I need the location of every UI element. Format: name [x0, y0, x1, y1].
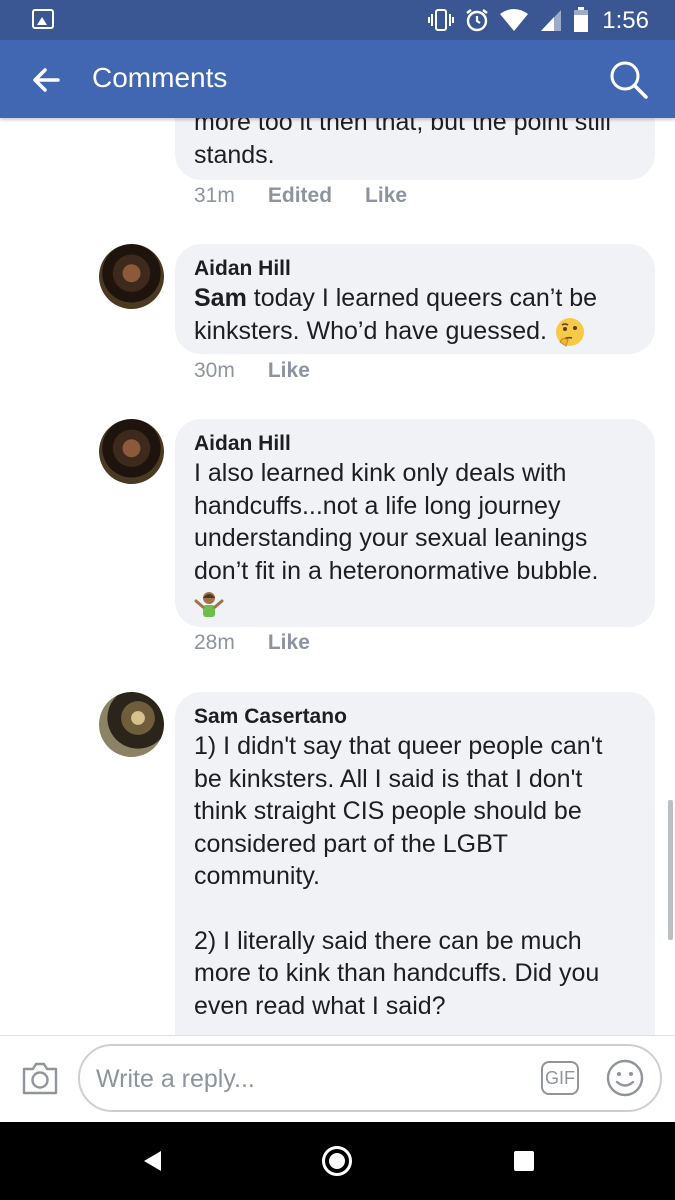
mention-link[interactable]: Sam	[194, 284, 247, 312]
gif-button[interactable]: GIF	[541, 1061, 579, 1095]
avatar[interactable]	[99, 692, 164, 757]
comment-time: 31m	[194, 184, 235, 207]
vibrate-icon	[428, 9, 454, 31]
comment-text: today I learned queers can’t be kinkster…	[194, 284, 598, 345]
nav-back-icon[interactable]	[141, 1149, 163, 1173]
avatar[interactable]	[99, 419, 164, 484]
reply-bar: Write a reply... GIF	[0, 1035, 675, 1123]
comment-actions: 31m Edited Like	[194, 184, 407, 208]
comment-text: more too it then that, but the point sti…	[194, 118, 611, 169]
avatar[interactable]	[99, 244, 164, 309]
alarm-icon	[466, 9, 488, 32]
battery-icon	[574, 7, 588, 32]
comment-actions: 28m Like	[194, 631, 310, 655]
smiley-icon[interactable]	[605, 1058, 645, 1098]
signal-icon	[541, 10, 561, 31]
status-bar: 1:56	[0, 0, 675, 40]
system-nav-bar	[0, 1122, 675, 1200]
comment-bubble[interactable]: Sam Casertano 1) I didn't say that queer…	[175, 692, 655, 1035]
comment-list[interactable]: more too it then that, but the point sti…	[0, 118, 675, 1035]
comment-author[interactable]: Aidan Hill	[194, 256, 636, 281]
thinking-face-emoji	[555, 317, 584, 347]
status-icons	[427, 7, 589, 32]
comment-actions: 30m Like	[194, 359, 310, 383]
comment-time: 30m	[194, 359, 235, 382]
like-button[interactable]: Like	[268, 359, 310, 383]
reply-input[interactable]: Write a reply... GIF	[78, 1044, 662, 1112]
status-time: 1:56	[602, 7, 649, 34]
nav-recents-icon[interactable]	[514, 1151, 534, 1171]
comment-text: I also learned kink only deals with hand…	[194, 459, 599, 585]
like-button[interactable]: Like	[365, 184, 407, 208]
person-shrugging-emoji	[194, 592, 224, 617]
comment-bubble[interactable]: more too it then that, but the point sti…	[175, 118, 655, 180]
comment-author[interactable]: Aidan Hill	[194, 431, 636, 456]
nav-home-icon[interactable]	[322, 1146, 352, 1176]
like-button[interactable]: Like	[268, 631, 310, 655]
camera-icon[interactable]	[21, 1060, 59, 1096]
comment-author[interactable]: Sam Casertano	[194, 704, 636, 729]
scrollbar[interactable]	[668, 800, 673, 940]
edited-label[interactable]: Edited	[268, 184, 332, 208]
gallery-icon	[32, 9, 54, 29]
app-bar: Comments	[0, 40, 675, 118]
comment-paragraph: 2) I literally said there can be much mo…	[194, 926, 600, 1020]
comment-paragraph: 1) I didn't say that queer people can't …	[194, 732, 603, 890]
wifi-icon	[500, 9, 528, 31]
page-title: Comments	[92, 62, 228, 93]
comment-bubble[interactable]: Aidan Hill I also learned kink only deal…	[175, 419, 655, 627]
search-icon[interactable]	[606, 58, 650, 102]
comment-body: Sam today I learned queers can’t be kink…	[194, 282, 636, 348]
comment-time: 28m	[194, 631, 235, 654]
comment-bubble[interactable]: Aidan Hill Sam today I learned queers ca…	[175, 244, 655, 354]
back-arrow-icon[interactable]	[30, 64, 62, 96]
reply-placeholder: Write a reply...	[96, 1065, 255, 1093]
